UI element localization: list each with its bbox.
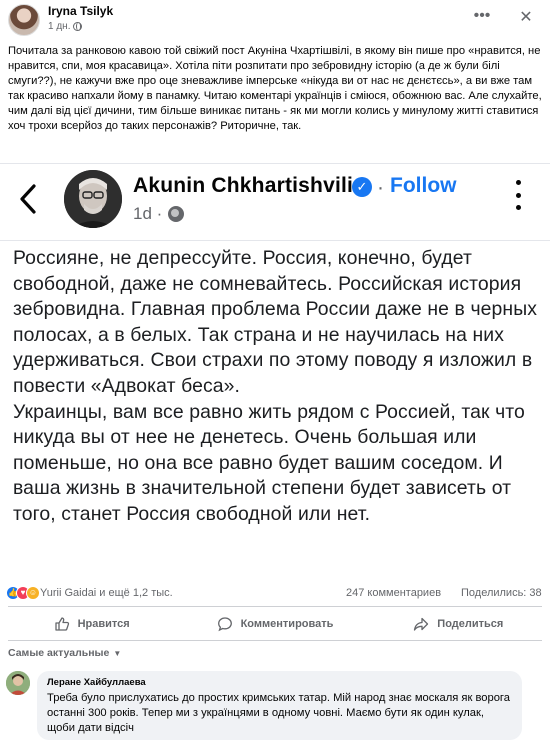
share-label: Поделиться [437, 618, 504, 630]
sort-label: Самые актуальные [8, 647, 110, 659]
comment-sort-dropdown[interactable]: Самые актуальные ▼ [8, 647, 121, 659]
divider [0, 240, 550, 241]
author-name[interactable]: Iryna Tsilyk [48, 4, 113, 18]
shares-count[interactable]: Поделились: 38 [461, 587, 542, 599]
share-button[interactable]: Поделиться [367, 610, 550, 638]
like-label: Нравится [77, 618, 130, 630]
reactions-bar: 👍 ♥ ☺ Yurii Gaidai и ещё 1,2 тыс. 247 ко… [0, 584, 550, 604]
like-button[interactable]: Нравится [0, 610, 183, 638]
author-avatar[interactable] [8, 4, 40, 36]
back-arrow-icon [14, 182, 44, 216]
comment-author[interactable]: Леране Хайбуллаева [47, 677, 512, 688]
comment-icon [217, 617, 232, 632]
verified-badge-icon: ✓ [352, 177, 372, 197]
comment-label: Комментировать [240, 618, 334, 630]
comment-text: Треба було прислухатись до простих кримс… [47, 692, 510, 734]
chevron-down-icon: ▼ [113, 648, 122, 658]
post-meta: 1 дн. [48, 21, 83, 32]
comment-bubble: Леране Хайбуллаева Треба було прислухати… [37, 671, 522, 740]
globe-icon [168, 206, 185, 222]
embed-post-text: Россияне, не депрессуйте. Россия, конечн… [13, 247, 538, 525]
embed-author-name: Akunin Chkhartishvili [133, 174, 354, 197]
thumbs-up-icon [54, 617, 69, 631]
name-separator: · [377, 176, 384, 199]
embed-time-label: 1d · [133, 204, 163, 223]
divider [8, 640, 542, 641]
reaction-names[interactable]: Yurii Gaidai и ещё 1,2 тыс. [40, 587, 173, 599]
vertical-ellipsis-icon [508, 180, 528, 210]
embedded-screenshot[interactable]: Akunin Chkhartishvili ✓ · Follow 1d · Ро… [0, 163, 550, 579]
globe-icon [73, 22, 83, 31]
haha-reaction-icon: ☺ [26, 586, 40, 600]
close-icon: ✕ [519, 9, 533, 26]
ellipsis-icon: ••• [473, 7, 491, 24]
reaction-icons[interactable]: 👍 ♥ ☺ [6, 586, 40, 600]
embed-avatar [64, 170, 122, 228]
share-icon [414, 617, 429, 631]
commenter-avatar[interactable] [6, 671, 30, 695]
post-time[interactable]: 1 дн. [48, 21, 70, 32]
comments-count[interactable]: 247 комментариев [346, 587, 441, 599]
embed-time: 1d · [133, 204, 185, 224]
post-actions: Нравится Комментировать Поделиться [0, 610, 550, 638]
more-options-button[interactable]: ••• [470, 6, 494, 30]
post-text: Почитала за ранковою кавою той свіжий по… [8, 45, 542, 132]
divider [8, 606, 542, 607]
close-button[interactable]: ✕ [514, 6, 538, 30]
post-header: Iryna Tsilyk 1 дн. ••• ✕ [0, 0, 550, 40]
comment-button[interactable]: Комментировать [183, 610, 366, 638]
follow-button: Follow [390, 174, 457, 197]
